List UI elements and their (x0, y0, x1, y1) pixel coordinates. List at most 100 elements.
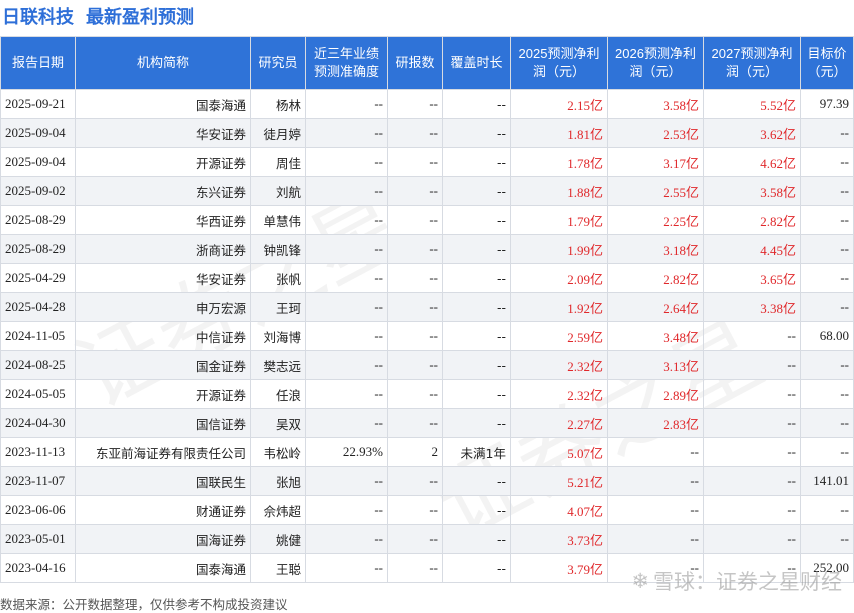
cell-coverage: -- (442, 495, 511, 525)
cell-accuracy: -- (305, 234, 388, 264)
snowflake-icon: ❄ (631, 569, 649, 593)
cell-target-price: -- (800, 118, 854, 148)
cell-institution: 东亚前海证券有限责任公司 (75, 437, 251, 467)
cell-report-count: -- (387, 205, 443, 235)
cell-profit-2025: 2.27亿 (510, 408, 608, 438)
cell-analyst: 王珂 (250, 292, 306, 322)
cell-target-price: -- (800, 524, 854, 554)
cell-report-date: 2025-08-29 (0, 234, 76, 264)
cell-profit-2027: 3.38亿 (703, 292, 801, 322)
page-title: 最新盈利预测 (86, 7, 194, 27)
cell-profit-2025: 1.78亿 (510, 147, 608, 177)
cell-institution: 国信证券 (75, 408, 251, 438)
table-row[interactable]: 2025-08-29 华西证券 单慧伟 -- -- -- 1.79亿 2.25亿 2.82亿 -- (0, 205, 854, 235)
table-row[interactable]: 2025-09-02 东兴证券 刘航 -- -- -- 1.88亿 2.55亿 3.58亿 -- (0, 176, 854, 206)
cell-coverage: 未满1年 (442, 437, 511, 467)
column-header-report-count[interactable]: 研报数 (387, 36, 443, 90)
cell-institution: 财通证券 (75, 495, 251, 525)
table-row[interactable]: 2025-09-04 开源证券 周佳 -- -- -- 1.78亿 3.17亿 4.62亿 -- (0, 147, 854, 177)
cell-accuracy: -- (305, 466, 388, 496)
cell-profit-2025: 3.73亿 (510, 524, 608, 554)
cell-profit-2025: 2.32亿 (510, 350, 608, 380)
cell-report-count: -- (387, 524, 443, 554)
cell-report-count: -- (387, 321, 443, 351)
cell-institution: 国金证券 (75, 350, 251, 380)
cell-coverage: -- (442, 147, 511, 177)
cell-analyst: 杨林 (250, 89, 306, 119)
column-header-2026-profit[interactable]: 2026预测净利润（元） (607, 36, 704, 90)
cell-profit-2025: 1.88亿 (510, 176, 608, 206)
table-row[interactable]: 2023-11-07 国联民生 张旭 -- -- -- 5.21亿 -- -- 141.01 (0, 466, 854, 496)
column-header-2025-profit[interactable]: 2025预测净利润（元） (510, 36, 608, 90)
column-header-accuracy[interactable]: 近三年业绩预测准确度 (305, 36, 388, 90)
table-row[interactable]: 2023-05-01 国海证券 姚健 -- -- -- 3.73亿 -- -- -- (0, 524, 854, 554)
cell-profit-2027: 3.65亿 (703, 263, 801, 293)
cell-target-price: -- (800, 408, 854, 438)
cell-profit-2027: 2.82亿 (703, 205, 801, 235)
table-row[interactable]: 2024-05-05 开源证券 任浪 -- -- -- 2.32亿 2.89亿 -- -- (0, 379, 854, 409)
cell-institution: 开源证券 (75, 147, 251, 177)
cell-report-date: 2023-11-07 (0, 466, 76, 496)
cell-target-price: -- (800, 147, 854, 177)
cell-coverage: -- (442, 408, 511, 438)
table-row[interactable]: 2023-11-13 东亚前海证券有限责任公司 韦松岭 22.93% 2 未满1年 5.07… (0, 437, 854, 467)
column-header-institution[interactable]: 机构简称 (75, 36, 251, 90)
cell-accuracy: -- (305, 263, 388, 293)
table-row[interactable]: 2025-09-21 国泰海通 杨林 -- -- -- 2.15亿 3.58亿 5.52亿 97.… (0, 89, 854, 119)
table-row[interactable]: 2025-09-04 华安证券 徒月婷 -- -- -- 1.81亿 2.53亿 3.62亿 -- (0, 118, 854, 148)
cell-profit-2027: -- (703, 466, 801, 496)
cell-target-price: 68.00 (800, 321, 854, 351)
column-header-analyst[interactable]: 研究员 (250, 36, 306, 90)
table-row[interactable]: 2025-04-29 华安证券 张帆 -- -- -- 2.09亿 2.82亿 3.65亿 -- (0, 263, 854, 293)
cell-report-date: 2024-04-30 (0, 408, 76, 438)
cell-accuracy: -- (305, 89, 388, 119)
cell-institution: 华西证券 (75, 205, 251, 235)
cell-target-price: -- (800, 234, 854, 264)
cell-profit-2026: 2.64亿 (607, 292, 704, 322)
cell-coverage: -- (442, 292, 511, 322)
cell-report-date: 2025-09-21 (0, 89, 76, 119)
cell-profit-2026: -- (607, 466, 704, 496)
column-header-2027-profit[interactable]: 2027预测净利润（元） (703, 36, 801, 90)
table-row[interactable]: 2024-11-05 中信证券 刘海博 -- -- -- 2.59亿 3.48亿 -- 68.00 (0, 321, 854, 351)
cell-target-price: -- (800, 495, 854, 525)
table-row[interactable]: 2025-04-28 申万宏源 王珂 -- -- -- 1.92亿 2.64亿 3.38亿 -- (0, 292, 854, 322)
cell-profit-2027: 5.52亿 (703, 89, 801, 119)
forecast-table: 报告日期 机构简称 研究员 近三年业绩预测准确度 研报数 覆盖时长 2025预测… (0, 36, 854, 583)
cell-target-price: -- (800, 350, 854, 380)
cell-analyst: 任浪 (250, 379, 306, 409)
cell-coverage: -- (442, 321, 511, 351)
company-name: 日联科技 (2, 7, 74, 27)
cell-institution: 申万宏源 (75, 292, 251, 322)
cell-report-date: 2024-11-05 (0, 321, 76, 351)
cell-institution: 国泰海通 (75, 553, 251, 583)
cell-accuracy: -- (305, 292, 388, 322)
column-header-coverage[interactable]: 覆盖时长 (442, 36, 511, 90)
cell-report-count: -- (387, 176, 443, 206)
cell-report-count: -- (387, 495, 443, 525)
cell-analyst: 刘航 (250, 176, 306, 206)
table-row[interactable]: 2023-06-06 财通证券 佘炜超 -- -- -- 4.07亿 -- -- -- (0, 495, 854, 525)
cell-report-date: 2025-04-29 (0, 263, 76, 293)
cell-profit-2027: 3.58亿 (703, 176, 801, 206)
cell-profit-2027: -- (703, 379, 801, 409)
cell-report-count: 2 (387, 437, 443, 467)
cell-report-date: 2023-06-06 (0, 495, 76, 525)
cell-profit-2026: 3.48亿 (607, 321, 704, 351)
cell-report-count: -- (387, 553, 443, 583)
table-row[interactable]: 2024-08-25 国金证券 樊志远 -- -- -- 2.32亿 3.13亿 -- -- (0, 350, 854, 380)
cell-profit-2025: 4.07亿 (510, 495, 608, 525)
table-row[interactable]: 2025-08-29 浙商证券 钟凯锋 -- -- -- 1.99亿 3.18亿 4.45亿 -- (0, 234, 854, 264)
cell-institution: 国海证券 (75, 524, 251, 554)
cell-coverage: -- (442, 466, 511, 496)
cell-report-count: -- (387, 147, 443, 177)
cell-profit-2027: -- (703, 350, 801, 380)
cell-target-price: 97.39 (800, 89, 854, 119)
column-header-target-price[interactable]: 目标价（元） (800, 36, 854, 90)
cell-profit-2026: 2.83亿 (607, 408, 704, 438)
cell-report-count: -- (387, 118, 443, 148)
column-header-report-date[interactable]: 报告日期 (0, 36, 76, 90)
cell-profit-2027: -- (703, 321, 801, 351)
table-row[interactable]: 2024-04-30 国信证券 吴双 -- -- -- 2.27亿 2.83亿 -- -- (0, 408, 854, 438)
cell-profit-2026: 2.53亿 (607, 118, 704, 148)
